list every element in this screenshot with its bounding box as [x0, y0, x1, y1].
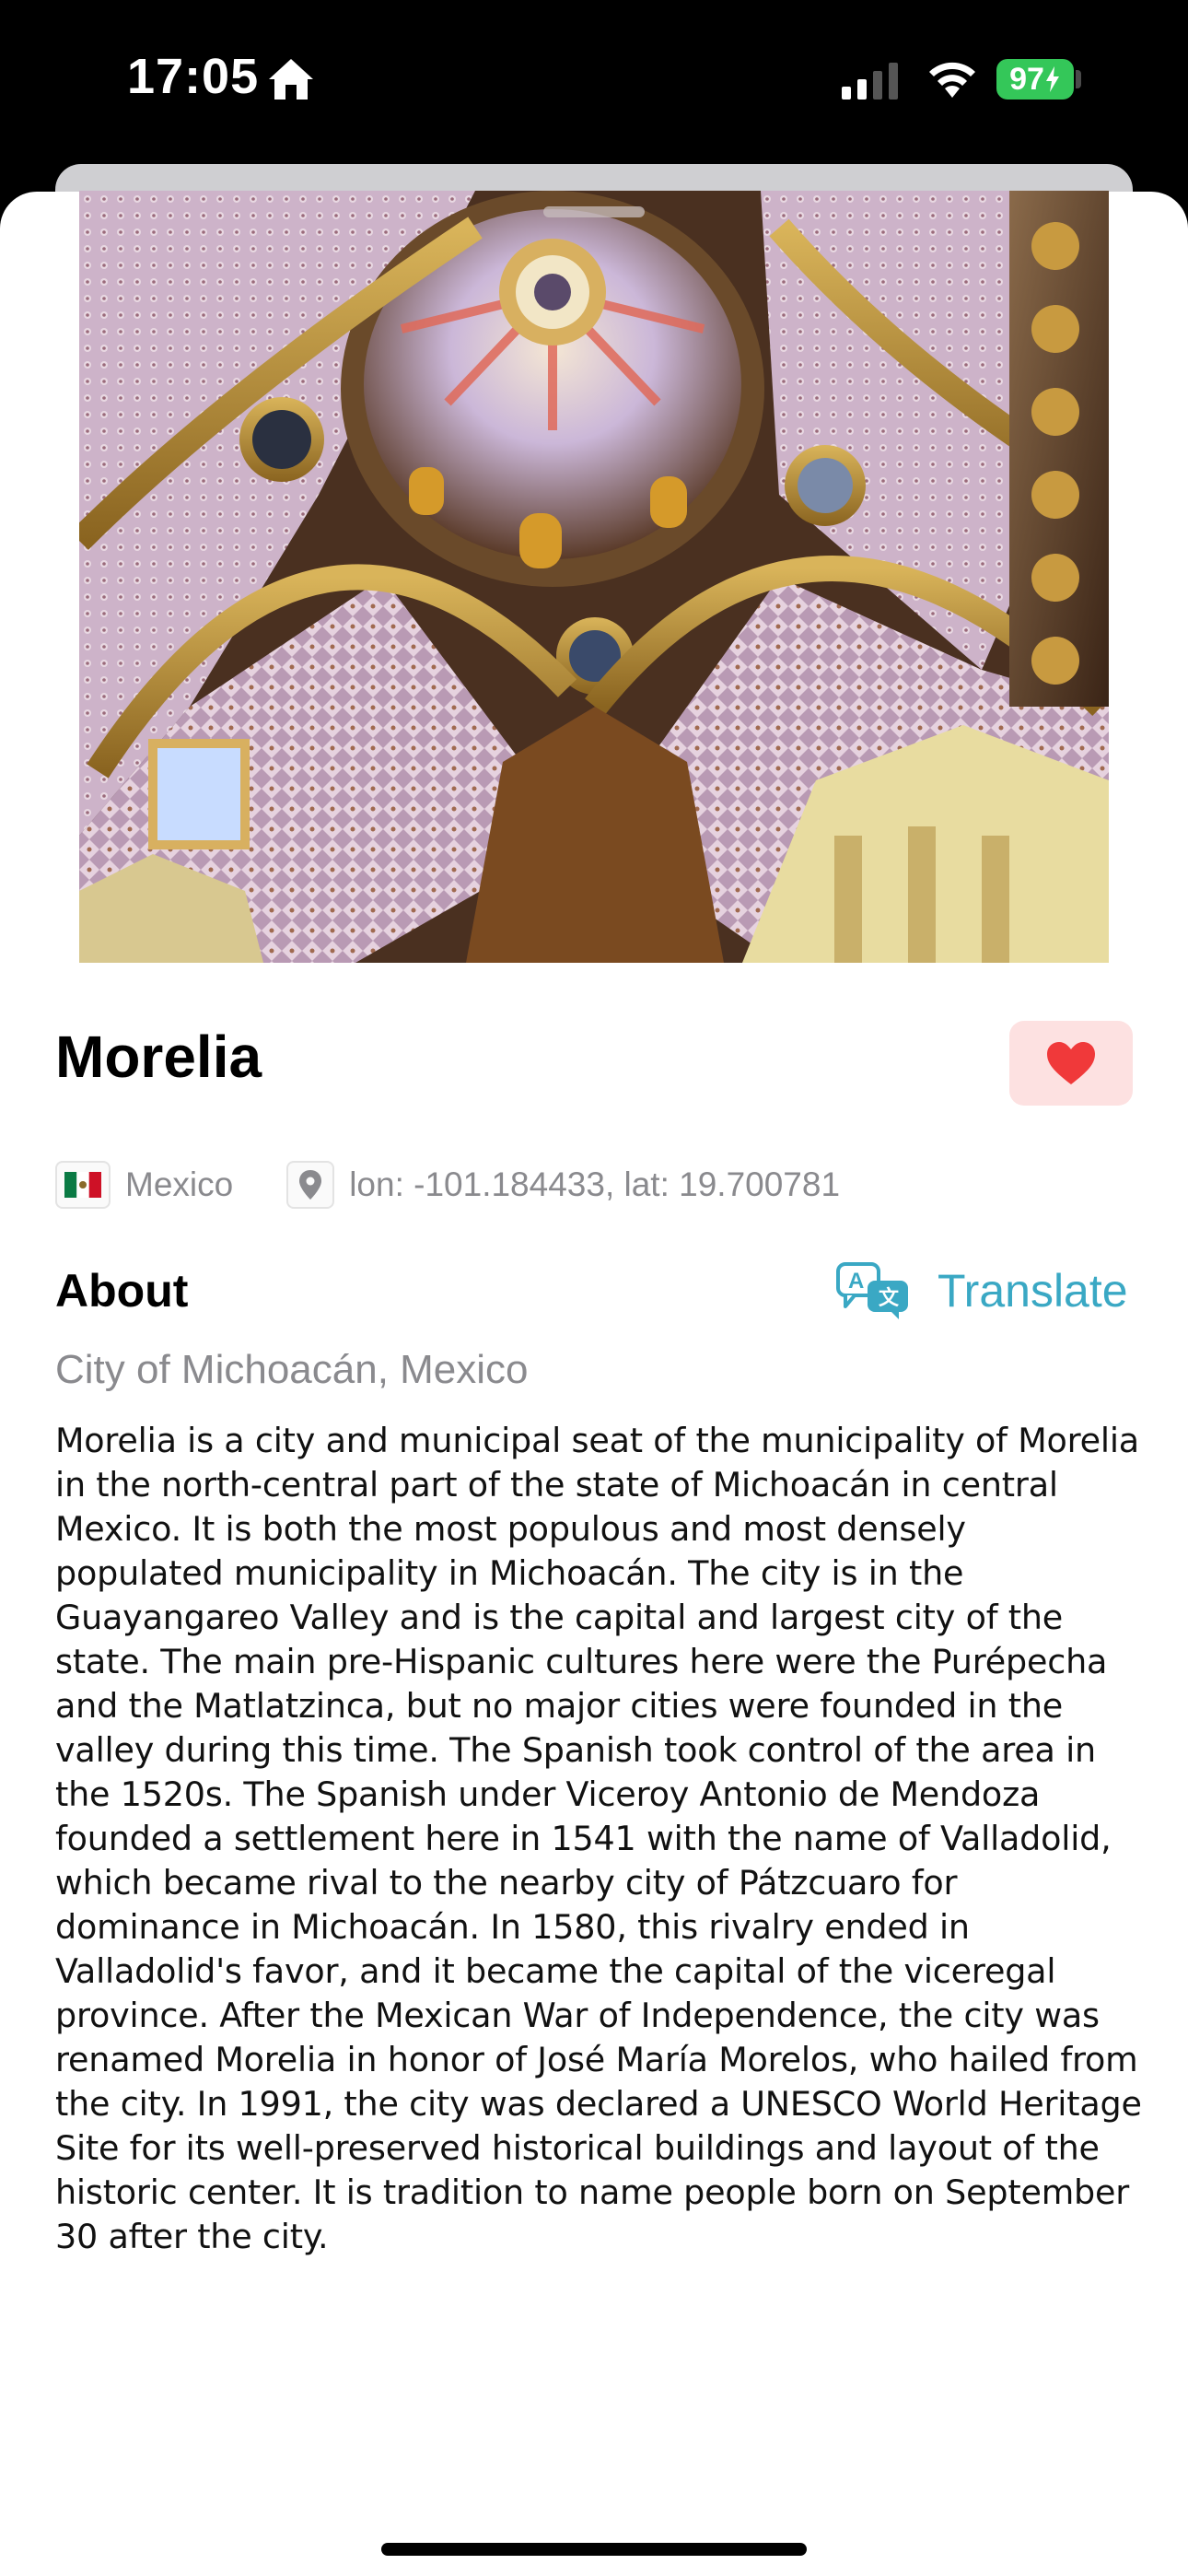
city-photo — [79, 191, 1109, 963]
svg-text:A: A — [848, 1269, 864, 1294]
signal-icon — [842, 63, 898, 100]
translate-icon: A 文 — [836, 1262, 908, 1319]
country-label: Mexico — [125, 1165, 234, 1203]
translate-label: Translate — [938, 1265, 1128, 1317]
home-icon — [269, 59, 313, 100]
battery-icon: 97 — [996, 59, 1074, 100]
status-time: 17:05 — [127, 49, 260, 104]
translate-button[interactable]: A 文 Translate — [836, 1259, 1128, 1323]
heart-icon — [1047, 1042, 1095, 1084]
city-subtitle: City of Michoacán, Mexico — [55, 1347, 529, 1392]
location-pin-icon — [286, 1161, 335, 1209]
location-meta: Mexico lon: -101.184433, lat: 19.700781 — [55, 1161, 840, 1209]
coordinates-label: lon: -101.184433, lat: 19.700781 — [349, 1165, 841, 1203]
city-description: Morelia is a city and municipal seat of … — [55, 1421, 1142, 2256]
charging-bolt-icon — [1045, 66, 1059, 92]
status-bar: 17:05 97 — [0, 0, 1188, 166]
favorite-button[interactable] — [1009, 1021, 1133, 1106]
about-heading: About — [55, 1265, 189, 1317]
sheet-grabber[interactable] — [543, 206, 645, 217]
svg-text:文: 文 — [879, 1286, 900, 1310]
home-indicator[interactable] — [381, 2543, 807, 2556]
battery-cap — [1076, 70, 1081, 88]
cathedral-dome-image — [79, 191, 1109, 963]
battery-level: 97 — [1009, 61, 1044, 97]
mexico-flag-icon — [55, 1161, 111, 1209]
city-title: Morelia — [55, 1024, 262, 1090]
wifi-icon — [929, 62, 975, 98]
